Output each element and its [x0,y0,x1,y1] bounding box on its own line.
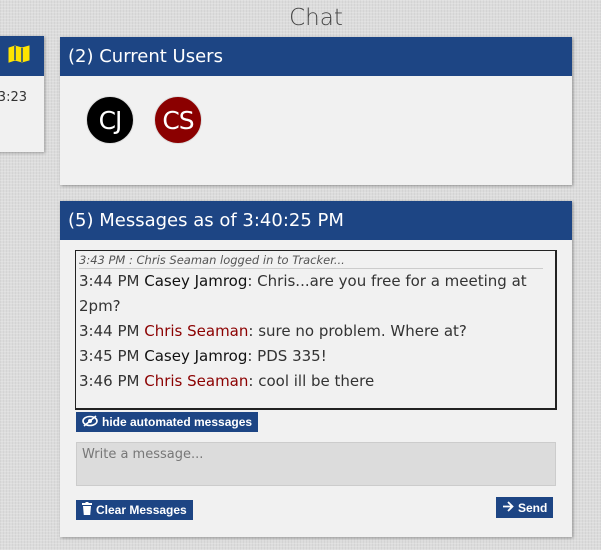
left-panel-time: 3:23 [0,90,27,105]
messages-panel: (5) Messages as of 3:40:25 PM 3:43 PM : … [60,201,572,537]
list-item: 3:45 PM Casey Jamrog: PDS 335! [79,344,543,369]
users-list: CJ CS [60,76,572,144]
message-user: Casey Jamrog [144,347,248,365]
list-item: 3:46 PM Chris Seaman: cool ill be there [79,369,543,394]
left-panel-header [0,36,44,76]
hide-automated-label: hide automated messages [102,415,253,429]
message-user: Chris Seaman [144,372,249,390]
message-time: 3:46 PM [79,372,140,390]
arrow-right-icon [502,500,518,515]
list-item: 3:44 PM Casey Jamrog: Chris...are you fr… [79,269,543,319]
list-item: 3:44 PM Chris Seaman: sure no problem. W… [79,319,543,344]
message-text: : PDS 335! [247,347,327,365]
avatar[interactable]: CS [154,96,202,144]
current-users-panel: (2) Current Users CJ CS [60,37,572,185]
automated-message: 3:43 PM : Chris Seaman logged in to Trac… [79,252,543,269]
current-users-header: (2) Current Users [60,37,572,76]
left-panel: 3:23 [0,36,44,152]
message-time: 3:44 PM [79,272,140,290]
message-user: Chris Seaman [144,322,249,340]
map-icon[interactable] [8,45,30,67]
clear-messages-label: Clear Messages [96,503,187,517]
message-time: 3:44 PM [79,322,140,340]
message-text: : cool ill be there [248,372,375,390]
message-user: Casey Jamrog [144,272,248,290]
hide-automated-button[interactable]: hide automated messages [76,412,259,432]
send-button[interactable]: Send [496,497,554,518]
avatar[interactable]: CJ [86,96,134,144]
send-label: Send [518,500,548,515]
message-list[interactable]: 3:43 PM : Chris Seaman logged in to Trac… [75,250,557,410]
trash-icon [82,502,96,518]
page-title: Chat [289,5,343,31]
messages-header: (5) Messages as of 3:40:25 PM [60,201,572,240]
message-text: : sure no problem. Where at? [248,322,467,340]
message-time: 3:45 PM [79,347,140,365]
message-input[interactable] [76,442,556,486]
clear-messages-button[interactable]: Clear Messages [76,500,193,520]
eye-slash-icon [82,414,102,430]
